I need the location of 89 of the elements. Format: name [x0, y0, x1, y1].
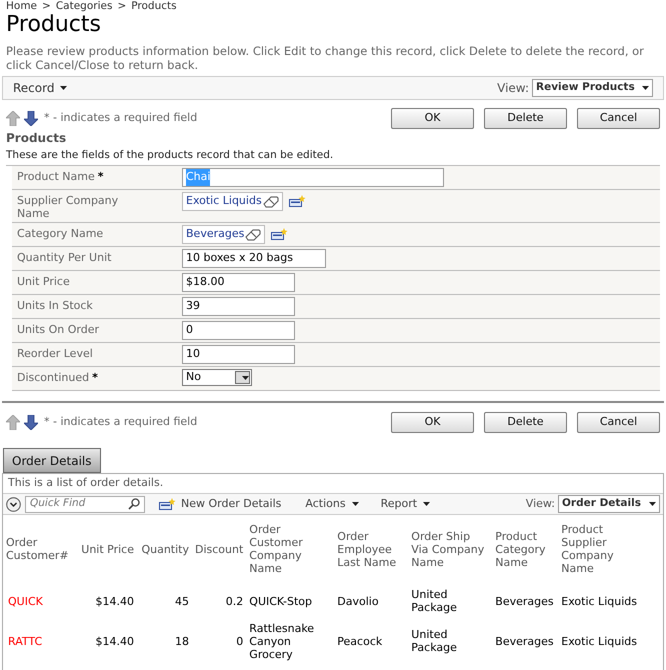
required-mark: * [92, 371, 98, 384]
column-header[interactable]: Order Customer# [6, 536, 72, 562]
caret-icon [352, 502, 359, 506]
lookup-field[interactable]: Exotic Liquids [182, 192, 283, 211]
caret-icon [649, 502, 656, 506]
view-label: View: [526, 496, 555, 512]
section-title: Products [5, 131, 68, 145]
table-cell: QUICK-Stop [249, 594, 312, 608]
breadcrumb-separator: > [117, 0, 126, 12]
action-button[interactable]: OK [391, 108, 474, 128]
table-cell: 18 [175, 634, 189, 648]
customer-link[interactable]: RATTC [6, 634, 42, 648]
page-description: Please review products information below. Click Edit to change this record, click Delete to delete the record, or click Cancel/Close to return back. [5, 44, 645, 72]
collapse-icon[interactable] [6, 496, 21, 512]
column-header[interactable]: Discount [195, 542, 244, 556]
table-cell: 0.2 [226, 594, 244, 608]
column-header[interactable]: Quantity [140, 542, 189, 556]
text-field[interactable]: $18.00 [182, 273, 295, 292]
quick-find-input[interactable]: Quick Find [30, 496, 125, 512]
table-cell: Beverages [495, 634, 554, 648]
table-cell: $14.40 [96, 634, 134, 648]
down-arrow-icon[interactable] [24, 110, 38, 126]
table-cell: Peacock [337, 634, 382, 648]
record-menu[interactable]: Record [13, 79, 68, 97]
report-menu[interactable]: Report [380, 496, 430, 512]
eraser-icon[interactable] [245, 228, 262, 240]
column-header[interactable]: Unit Price [78, 542, 134, 556]
lookup-field[interactable]: Beverages [182, 225, 266, 244]
table-cell: United Package [411, 628, 457, 654]
action-button[interactable]: OK [391, 412, 474, 432]
required-mark: * [98, 170, 104, 183]
caret-icon [60, 86, 68, 90]
field-label: Discontinued [17, 371, 90, 384]
action-button[interactable]: Delete [484, 108, 567, 128]
view-dropdown[interactable]: Order Details [558, 495, 660, 513]
breadcrumb-separator: > [42, 0, 51, 12]
table-cell: Exotic Liquids [561, 594, 637, 608]
new-order-details-button[interactable]: New Order Details [181, 496, 282, 512]
table-cell: Beverages [495, 594, 554, 608]
table-cell: Exotic Liquids [561, 634, 637, 648]
field-label: Product Name [17, 170, 95, 183]
details-description: This is a list of order details. [7, 475, 164, 492]
text-field[interactable]: 10 [182, 345, 295, 364]
section-subtitle: These are the fields of the products record that can be edited. [5, 149, 334, 162]
action-button[interactable]: Cancel [577, 412, 660, 432]
field-label: Quantity Per Unit [17, 251, 112, 264]
breadcrumb-link[interactable]: Home [6, 0, 38, 12]
column-header[interactable]: Order Customer Company Name [249, 523, 332, 575]
text-field[interactable]: 39 [182, 297, 295, 316]
customer-link[interactable]: QUICK [6, 594, 43, 608]
action-button[interactable]: Cancel [577, 108, 660, 128]
new-record-icon[interactable] [271, 228, 288, 241]
text-field[interactable]: 0 [182, 321, 295, 340]
required-note: * - indicates a required field [44, 414, 198, 430]
new-record-icon[interactable] [288, 195, 306, 208]
field-label: Reorder Level [17, 347, 93, 360]
field-label: Unit Price [17, 275, 70, 288]
field-label: Supplier Company Name [17, 194, 120, 220]
action-button[interactable]: Delete [484, 412, 567, 432]
field-label: Category Name [17, 227, 104, 240]
column-header[interactable]: Order Employee Last Name [337, 530, 406, 568]
caret-icon [642, 86, 649, 90]
column-header[interactable]: Product Supplier Company Name [561, 523, 646, 575]
quick-find-field[interactable]: Quick Find [25, 496, 145, 512]
page-title: Products [5, 12, 102, 38]
required-note: * - indicates a required field [44, 110, 198, 126]
view-dropdown[interactable]: Review Products [532, 79, 653, 97]
tab[interactable]: Order Details [3, 448, 101, 473]
column-header[interactable]: Order Ship Via Company Name [411, 530, 490, 568]
search-icon[interactable] [128, 498, 140, 510]
new-record-icon[interactable] [159, 498, 176, 510]
caret-icon [242, 376, 249, 380]
table-cell: United Package [411, 588, 457, 614]
table-cell: 45 [175, 594, 189, 608]
table-cell: Rattlesnake Canyon Grocery [249, 622, 314, 660]
actions-menu[interactable]: Actions [305, 496, 359, 512]
down-arrow-icon[interactable] [24, 414, 38, 430]
text-field[interactable]: 10 boxes x 20 bags [182, 249, 326, 268]
view-label: View: [497, 80, 529, 97]
table-cell: Davolio [337, 594, 379, 608]
table-cell: $14.40 [96, 594, 134, 608]
column-header[interactable]: Product Category Name [495, 530, 556, 568]
eraser-icon[interactable] [262, 196, 279, 208]
caret-icon [423, 502, 430, 506]
breadcrumb-link[interactable]: Categories [56, 0, 112, 12]
table-cell: 0 [236, 634, 244, 648]
select-field[interactable]: No [182, 369, 252, 386]
field-label: Units In Stock [17, 299, 93, 312]
field-label: Units On Order [17, 323, 100, 336]
